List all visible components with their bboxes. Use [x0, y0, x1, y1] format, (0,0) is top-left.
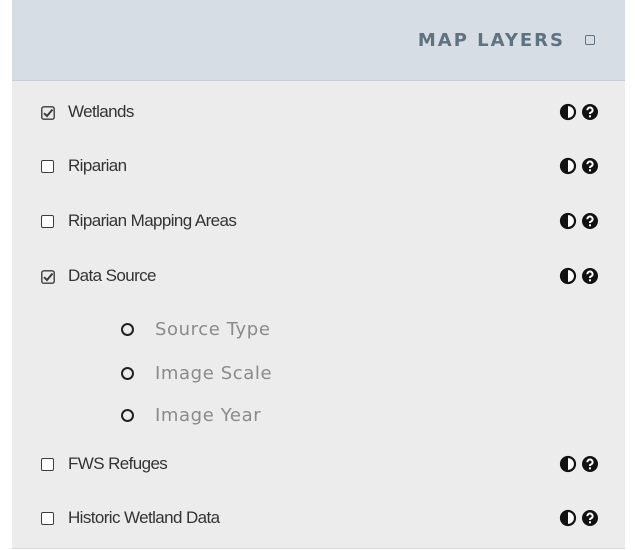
layer-actions [559, 103, 599, 121]
info-circle-icon[interactable] [581, 455, 599, 473]
layer-row-riparian-mapping-areas[interactable]: Riparian Mapping Areas [12, 206, 625, 236]
radio-ring-icon[interactable] [121, 322, 134, 336]
map-layers-panel: MAP LAYERS Wetlands Riparian Riparian Ma… [12, 0, 625, 549]
info-circle-icon[interactable] [581, 212, 599, 230]
layer-actions [559, 455, 599, 473]
info-circle-icon[interactable] [581, 157, 599, 175]
option-label: Image Scale [155, 362, 273, 384]
layer-row-historic-wetland-data[interactable]: Historic Wetland Data [12, 503, 625, 533]
radio-ring-icon[interactable] [121, 408, 134, 422]
contrast-icon[interactable] [559, 157, 577, 175]
layer-label: FWS Refuges [68, 454, 168, 473]
layer-label: Data Source [68, 266, 157, 285]
layer-label: Riparian Mapping Areas [68, 211, 237, 230]
panel-header: MAP LAYERS [12, 0, 625, 81]
layer-row-wetlands[interactable]: Wetlands [12, 97, 625, 127]
layer-actions [559, 509, 599, 527]
panel-title: MAP LAYERS [417, 29, 565, 51]
contrast-icon[interactable] [559, 455, 577, 473]
checkbox-checked-icon[interactable] [41, 269, 55, 284]
contrast-icon[interactable] [559, 267, 577, 285]
layer-label: Riparian [68, 156, 127, 175]
contrast-icon[interactable] [559, 103, 577, 121]
layer-actions [559, 157, 599, 175]
info-circle-icon[interactable] [581, 267, 599, 285]
radio-ring-icon[interactable] [121, 366, 134, 380]
checkbox-unchecked-icon[interactable] [41, 457, 54, 471]
checkbox-unchecked-icon[interactable] [41, 159, 54, 173]
layer-actions [559, 267, 599, 285]
layer-label: Wetlands [68, 102, 134, 121]
option-label: Image Year [155, 404, 262, 426]
info-circle-icon[interactable] [581, 509, 599, 527]
layer-label: Historic Wetland Data [68, 508, 220, 527]
layer-row-fws-refuges[interactable]: FWS Refuges [12, 449, 625, 479]
layer-row-data-source[interactable]: Data Source [12, 261, 625, 291]
layer-row-riparian[interactable]: Riparian [12, 151, 625, 181]
contrast-icon[interactable] [559, 212, 577, 230]
checkbox-unchecked-icon[interactable] [41, 214, 54, 228]
checkbox-checked-icon[interactable] [41, 105, 55, 120]
collapse-square-icon[interactable] [585, 35, 595, 45]
info-circle-icon[interactable] [581, 103, 599, 121]
layer-actions [559, 212, 599, 230]
option-label: Source Type [155, 318, 271, 340]
contrast-icon[interactable] [559, 509, 577, 527]
checkbox-unchecked-icon[interactable] [41, 511, 54, 525]
